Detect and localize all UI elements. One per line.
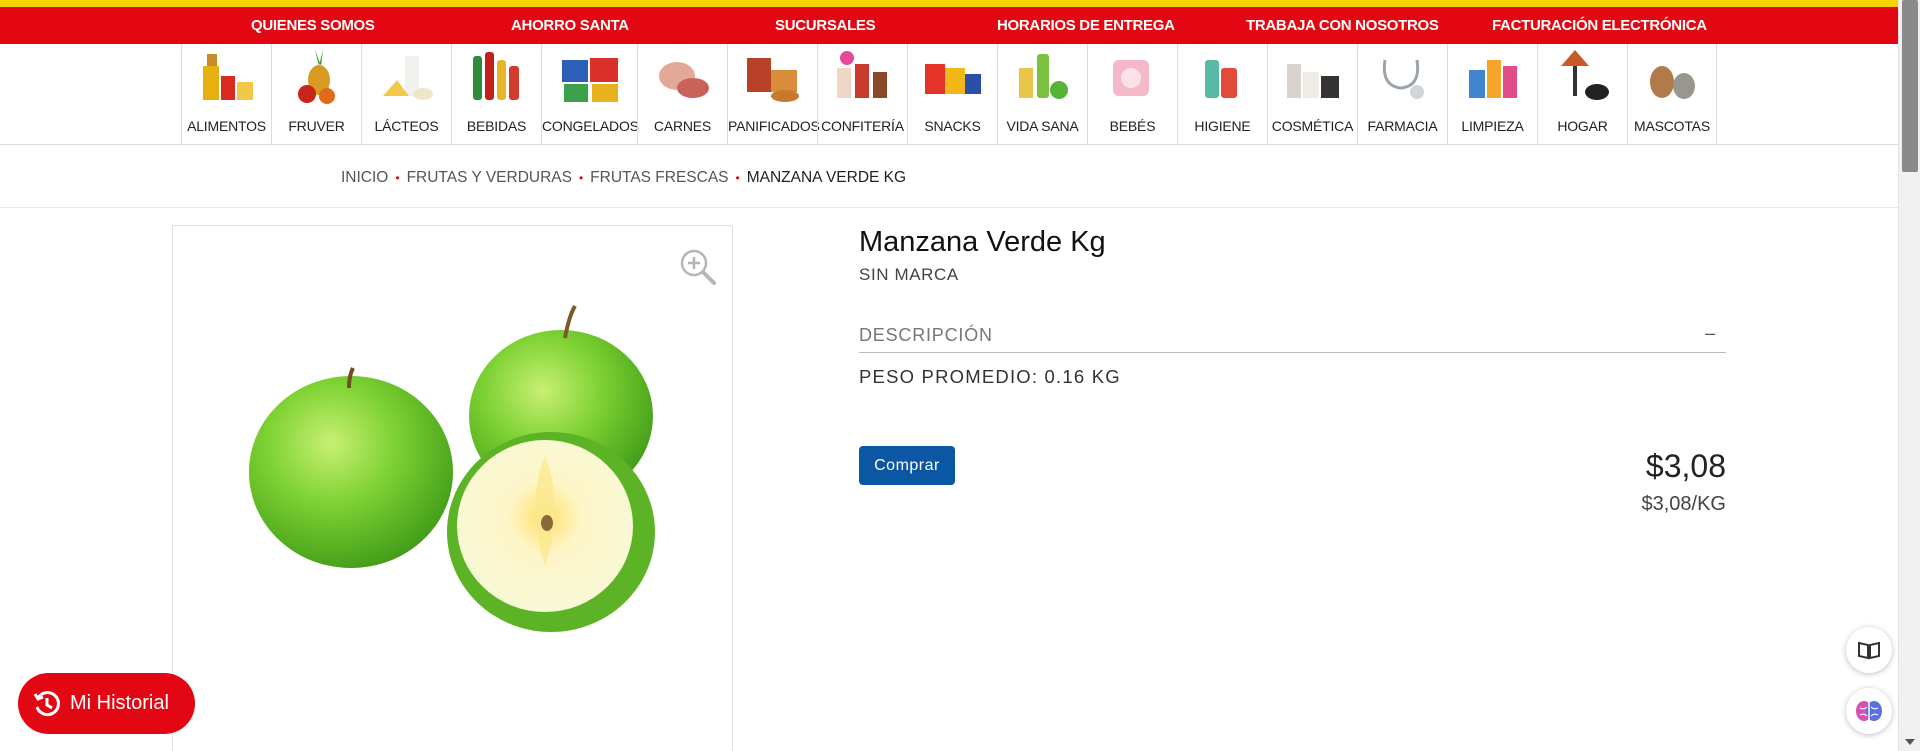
category-label: BEBIDAS — [466, 118, 527, 134]
category-vida-sana-image — [1018, 54, 1068, 99]
description-heading: DESCRIPCIÓN — [859, 325, 993, 345]
category-carnes-image — [658, 62, 709, 98]
category-label: FARMACIA — [1367, 118, 1438, 134]
category-label: LÁCTEOS — [374, 118, 439, 134]
description-body: PESO PROMEDIO: 0.16 KG — [859, 366, 1121, 387]
category-label: CONFITERÍA — [821, 118, 904, 134]
category-label: FRUVER — [288, 118, 345, 134]
description-accordion-header[interactable]: DESCRIPCIÓN – — [859, 323, 1726, 353]
category-mascotas-image — [1650, 66, 1695, 99]
category-carnes[interactable]: CARNES — [637, 44, 727, 145]
category-lacteos[interactable]: LÁCTEOS — [361, 44, 451, 145]
category-label: CONGELADOS — [542, 118, 639, 134]
category-label: BEBÉS — [1109, 118, 1156, 134]
category-vida-sana[interactable]: VIDA SANA — [997, 44, 1087, 145]
nav-sucursales[interactable]: SUCURSALES — [775, 7, 876, 44]
category-label: HOGAR — [1557, 118, 1608, 134]
book-icon — [1858, 641, 1880, 660]
category-snacks-image — [924, 64, 981, 94]
category-fruver-image — [297, 50, 335, 104]
reader-fab[interactable] — [1846, 627, 1892, 673]
category-bar: ALIMENTOS FRUVER LÁCTEOS BEBIDAS CONGELA… — [0, 44, 1898, 145]
category-label: ALIMENTOS — [187, 118, 266, 134]
breadcrumb-bar: INICIO • FRUTAS Y VERDURAS • FRUTAS FRESCAS •… — [0, 145, 1898, 208]
category-label: LIMPIEZA — [1461, 118, 1524, 134]
category-limpieza[interactable]: LIMPIEZA — [1447, 44, 1537, 145]
scroll-down-arrow-icon[interactable] — [1905, 739, 1915, 745]
nav-horarios-de-entrega[interactable]: HORARIOS DE ENTREGA — [997, 7, 1175, 44]
category-panificados-image — [746, 58, 799, 102]
breadcrumb-separator: • — [578, 171, 584, 185]
top-nav-bar: QUIENES SOMOS AHORRO SANTA SUCURSALES HO… — [0, 7, 1898, 44]
breadcrumb: INICIO • FRUTAS Y VERDURAS • FRUTAS FRESCAS •… — [341, 169, 906, 187]
unit-price: $3,08/KG — [1641, 493, 1726, 515]
history-button[interactable]: Mi Historial — [18, 673, 195, 734]
nav-quienes-somos[interactable]: QUIENES SOMOS — [251, 7, 375, 44]
page-scrollbar[interactable] — [1898, 0, 1920, 751]
brain-icon — [1856, 701, 1882, 721]
category-bebes[interactable]: BEBÉS — [1087, 44, 1177, 145]
category-label: HIGIENE — [1194, 118, 1251, 134]
nav-trabaja-con-nosotros[interactable]: TRABAJA CON NOSOTROS — [1246, 7, 1439, 44]
category-bebidas[interactable]: BEBIDAS — [451, 44, 541, 145]
breadcrumb-separator: • — [395, 171, 400, 185]
scrollbar-thumb[interactable] — [1902, 0, 1918, 172]
category-confiteria-image — [836, 51, 887, 98]
breadcrumb-item-inicio[interactable]: INICIO — [341, 169, 388, 186]
category-hogar[interactable]: HOGAR — [1537, 44, 1627, 145]
category-hogar-image — [1560, 50, 1609, 100]
category-label: MASCOTAS — [1634, 118, 1710, 134]
collapse-toggle-icon[interactable]: – — [1705, 323, 1716, 344]
breadcrumb-item-frutas-y-verduras[interactable]: FRUTAS Y VERDURAS — [407, 169, 572, 186]
category-lacteos-image — [382, 56, 433, 100]
category-mascotas[interactable]: MASCOTAS — [1627, 44, 1717, 145]
product-image-panel — [172, 225, 733, 751]
clock-history-icon — [33, 690, 60, 716]
category-label: COSMÉTICA — [1271, 118, 1354, 134]
history-button-label: Mi Historial — [70, 692, 169, 714]
category-congelados[interactable]: CONGELADOS — [541, 44, 639, 145]
category-snacks[interactable]: SNACKS — [907, 44, 997, 145]
category-label: PANIFICADOS — [728, 118, 820, 134]
category-label: SNACKS — [924, 118, 981, 134]
category-farmacia[interactable]: FARMACIA — [1357, 44, 1447, 145]
nav-ahorro-santa[interactable]: AHORRO SANTA — [511, 7, 629, 44]
category-limpieza-image — [1468, 60, 1517, 98]
category-fruver[interactable]: FRUVER — [271, 44, 361, 145]
buy-button[interactable]: Comprar — [859, 446, 955, 485]
product-brand: SIN MARCA — [859, 265, 959, 284]
category-alimentos[interactable]: ALIMENTOS — [181, 44, 271, 145]
product-title: Manzana Verde Kg — [859, 226, 1106, 258]
category-label: CARNES — [653, 118, 712, 134]
category-panificados[interactable]: PANIFICADOS — [727, 44, 820, 145]
product-price: $3,08 — [1645, 448, 1726, 484]
category-congelados-image — [561, 58, 618, 102]
category-farmacia-image — [1382, 59, 1424, 99]
category-confiteria[interactable]: CONFITERÍA — [817, 44, 907, 145]
nav-facturacion-electronica[interactable]: FACTURACIÓN ELECTRÓNICA — [1492, 7, 1707, 44]
category-higiene-image — [1204, 60, 1237, 98]
assistant-fab[interactable] — [1846, 688, 1892, 734]
breadcrumb-item-frutas-frescas[interactable]: FRUTAS FRESCAS — [590, 169, 728, 186]
category-bebidas-image — [472, 52, 519, 100]
product-image — [249, 304, 655, 632]
category-label: VIDA SANA — [1006, 118, 1079, 134]
category-bebes-image — [1112, 60, 1149, 96]
breadcrumb-current: MANZANA VERDE KG — [746, 169, 907, 186]
breadcrumb-separator: • — [735, 171, 740, 185]
category-higiene[interactable]: HIGIENE — [1177, 44, 1267, 145]
top-accent-strip — [0, 0, 1898, 7]
category-cosmetica-image — [1286, 64, 1339, 98]
category-alimentos-image — [202, 54, 253, 100]
category-cosmetica[interactable]: COSMÉTICA — [1267, 44, 1357, 145]
